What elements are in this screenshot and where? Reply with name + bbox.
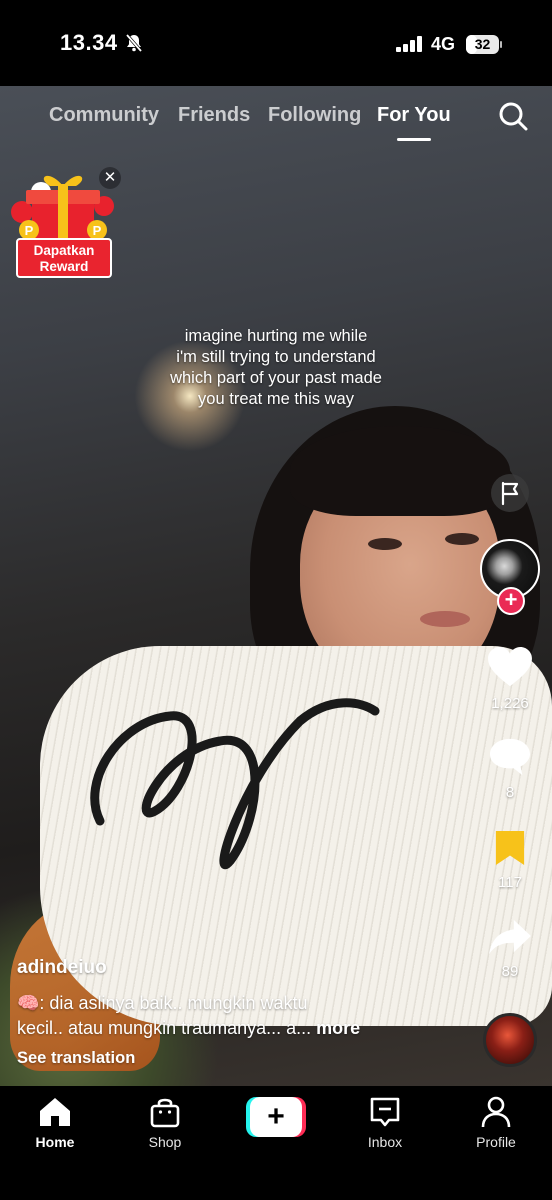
save-button[interactable]: 117: [486, 829, 534, 891]
overlay-line: i'm still trying to understand: [176, 348, 376, 366]
reward-label-line2: Reward: [39, 259, 89, 274]
network-type: 4G: [431, 34, 456, 54]
follow-button[interactable]: +: [497, 587, 525, 615]
reward-label[interactable]: Dapatkan Reward: [16, 238, 112, 278]
comment-icon: [490, 738, 530, 776]
tab-community[interactable]: Community: [49, 104, 159, 127]
share-count: 89: [501, 963, 519, 980]
video-subject-eye: [445, 533, 479, 545]
see-translation-link[interactable]: See translation: [17, 1049, 135, 1068]
video-subject-mouth: [420, 611, 470, 627]
sweater-pattern: [90, 698, 380, 870]
svg-text:P: P: [93, 223, 102, 238]
like-count: 1,226: [491, 695, 529, 712]
tab-friends[interactable]: Friends: [178, 104, 250, 127]
reward-label-line1: Dapatkan: [33, 243, 95, 258]
report-button[interactable]: [491, 474, 529, 512]
shop-bag-icon: [150, 1098, 180, 1128]
flag-icon: [501, 481, 519, 506]
tab-following[interactable]: Following: [268, 104, 361, 127]
signal-icon: [396, 36, 422, 52]
create-button[interactable]: +: [246, 1097, 306, 1137]
overlay-line: you treat me this way: [198, 390, 354, 408]
comment-count: 8: [505, 784, 515, 801]
comment-button[interactable]: 8: [486, 737, 534, 801]
nav-home-label: Home: [35, 1134, 75, 1150]
video-subject-bangs: [290, 426, 510, 516]
overlay-line: which part of your past made: [170, 369, 382, 387]
music-disc[interactable]: [483, 1013, 537, 1067]
like-button[interactable]: 1,226: [486, 646, 534, 712]
creator-username[interactable]: adindeiuo: [17, 957, 107, 979]
battery-icon: 32: [466, 35, 502, 54]
nav-inbox-label: Inbox: [367, 1134, 403, 1150]
nav-profile[interactable]: Profile: [456, 1096, 536, 1150]
nav-shop[interactable]: Shop: [125, 1096, 205, 1150]
profile-icon: [481, 1096, 511, 1128]
more-link[interactable]: more: [316, 1018, 360, 1038]
description-line1: : dia aslinya baik.. mungkin waktu: [39, 993, 308, 1013]
nav-inbox[interactable]: Inbox: [345, 1096, 425, 1150]
search-icon[interactable]: [497, 100, 529, 132]
active-tab-indicator: [397, 138, 431, 141]
home-icon: [40, 1098, 70, 1126]
heart-icon: [488, 646, 532, 687]
video-overlay-text: imagine hurting me while i'm still tryin…: [146, 326, 406, 410]
nav-home[interactable]: Home: [15, 1096, 95, 1150]
video-description[interactable]: 🧠: dia aslinya baik.. mungkin waktu keci…: [17, 991, 437, 1041]
feed-tabs: Community Friends Following For You: [0, 100, 552, 141]
description-line2: kecil.. atau mungkin traumanya... a...: [17, 1018, 312, 1038]
nav-profile-label: Profile: [476, 1134, 516, 1150]
bell-off-icon: [125, 33, 143, 53]
tab-for-you[interactable]: For You: [377, 104, 451, 127]
status-time: 13.34: [60, 30, 118, 55]
share-icon: [489, 919, 531, 955]
close-icon[interactable]: ✕: [99, 167, 121, 189]
brain-emoji: 🧠: [17, 993, 40, 1013]
overlay-line: imagine hurting me while: [184, 327, 368, 345]
battery-percent: 32: [474, 36, 491, 52]
inbox-icon: [370, 1097, 400, 1127]
save-count: 117: [498, 874, 522, 891]
share-button[interactable]: 89: [486, 918, 534, 980]
svg-text:P: P: [25, 223, 34, 238]
video-subject-eye: [368, 538, 402, 550]
bookmark-icon: [495, 831, 525, 865]
create-plus-icon: +: [250, 1097, 302, 1137]
nav-shop-label: Shop: [148, 1134, 182, 1150]
status-bar: 13.34 4G 32: [0, 0, 552, 86]
